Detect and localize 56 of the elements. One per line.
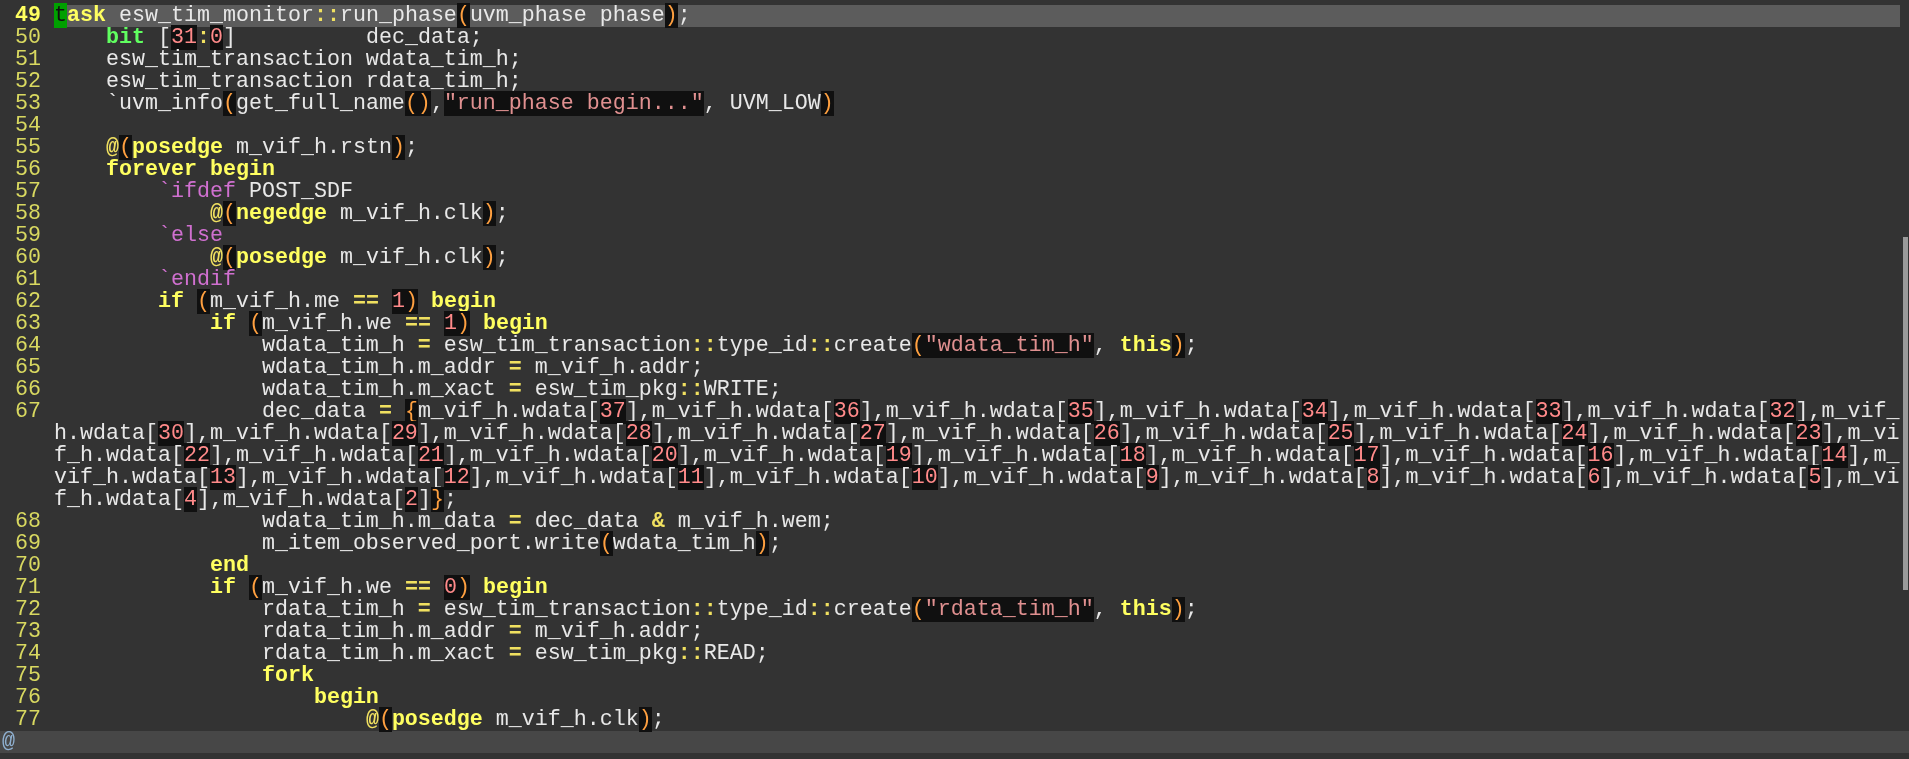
code-line: wdata_tim_h.m_xact = esw_tim_pkg::WRITE; [260,379,782,401]
code-line: esw_tim_transaction rdata_tim_h; [104,71,522,93]
line-number: 50 [14,27,41,49]
code-line: if (m_vif_h.we == 1) begin [208,313,548,335]
code-line: rdata_tim_h.m_xact = esw_tim_pkg::READ; [260,643,770,665]
line-number: 73 [14,621,41,643]
line-number: 62 [14,291,41,313]
code-line: if (m_vif_h.we == 0) begin [208,577,548,599]
line-number: 70 [14,555,41,577]
code-line: @(posedge m_vif_h.rstn); [104,137,419,159]
line-number: 58 [14,203,41,225]
line-number: 72 [14,599,41,621]
line-number: 66 [14,379,41,401]
code-line: rdata_tim_h = esw_tim_transaction::type_id::create("rdata_tim_h", this); [260,599,1199,621]
code-line: wdata_tim_h.m_data = dec_data & m_vif_h.wem; [261,511,835,533]
line-number: 49 [14,5,41,27]
code-line: m_item_observed_port.write(wdata_tim_h); [260,533,783,555]
code-line: esw_tim_transaction wdata_tim_h; [104,49,523,71]
code-line: forever begin [104,159,276,181]
line-number: 74 [14,643,41,665]
line-number: 67 [14,401,41,426]
code-line: bit [31:0] dec_data; [104,27,483,49]
code-line: `ifdef POST_SDF [156,181,353,203]
line-number: 77 [15,709,41,731]
scrollbar-thumb[interactable] [1902,237,1908,590]
line-number: 53 [14,93,41,115]
code-line: wdata_tim_h.m_addr = m_vif_h.addr; [260,357,705,379]
line-number: 59 [14,225,41,247]
line-number: 55 [14,137,41,159]
code-line: end [208,555,250,577]
code-line: rdata_tim_h.m_addr = m_vif_h.addr; [260,621,705,643]
line-number: 65 [14,357,41,379]
overflow-marker: @ [0,731,1909,753]
line-number: 76 [14,687,41,709]
line-number: 75 [14,665,41,687]
line-number: 56 [14,159,41,181]
line-number: 61 [14,269,41,291]
line-number: 71 [14,577,41,599]
line-number: 51 [14,49,41,71]
line-number: 64 [14,335,41,357]
line-number: 63 [14,313,41,335]
code-line: `endif [156,269,236,291]
line-number: 69 [14,533,41,555]
code-line: @(negedge m_vif_h.clk); [209,203,510,225]
line-number: 54 [14,115,41,137]
code-line: if (m_vif_h.me == 1) begin [156,291,496,313]
line-number: 68 [14,511,41,533]
code-line: `else [156,225,224,247]
line-number: 52 [14,71,41,93]
code-line: begin [312,687,380,709]
code-line: `uvm_info(get_full_name(),"run_phase begin...", UVM_LOW) [104,93,835,115]
code-line: fork [260,665,315,687]
code-line: @(posedge m_vif_h.clk); [209,247,510,269]
line-number: 60 [14,247,41,269]
code-line: wdata_tim_h = esw_tim_transaction::type_id::create("wdata_tim_h", this); [260,335,1199,357]
line-number: 57 [14,181,41,203]
